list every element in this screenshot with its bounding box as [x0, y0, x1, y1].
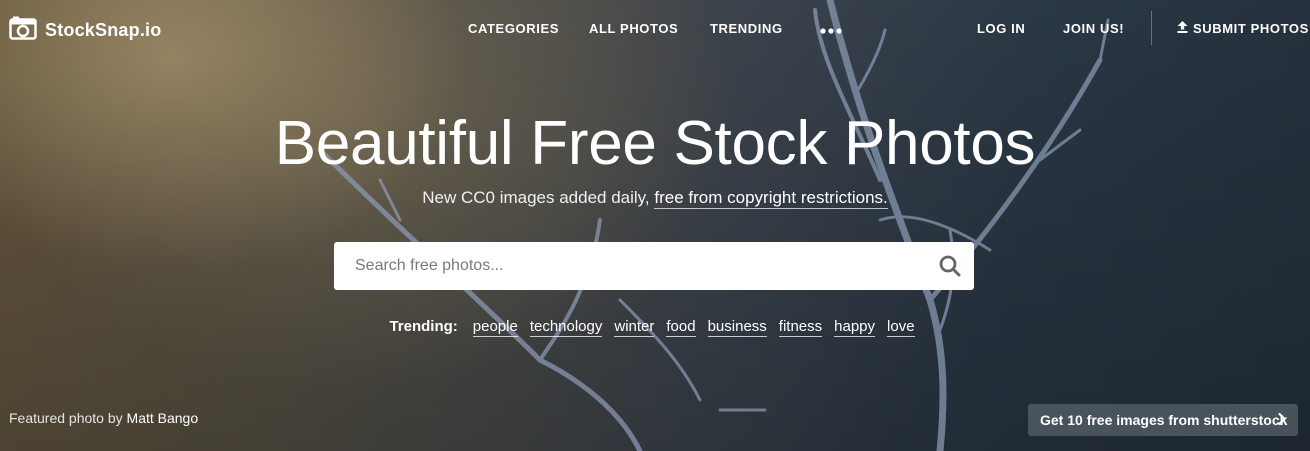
submit-photos-label: SUBMIT PHOTOS [1193, 21, 1309, 36]
photo-credit: Featured photo by Matt Bango [9, 410, 198, 426]
nav-divider [1151, 11, 1152, 45]
tag-technology[interactable]: technology [529, 318, 603, 337]
tag-food[interactable]: food [666, 318, 696, 337]
shutterstock-promo-button[interactable]: Get 10 free images from shutterstock [1028, 404, 1298, 436]
tag-people[interactable]: people [472, 318, 518, 337]
nav-log-in[interactable]: LOG IN [977, 21, 1025, 36]
brand-name: StockSnap.io [45, 20, 162, 40]
submit-photos-button[interactable]: SUBMIT PHOTOS [1177, 21, 1309, 36]
photographer-link[interactable]: Matt Bango [127, 410, 199, 426]
promo-label: Get 10 free images from shutterstock [1040, 412, 1288, 428]
camera-icon [9, 16, 37, 45]
trending-label: Trending: [389, 318, 458, 335]
nav-trending[interactable]: TRENDING [710, 21, 783, 36]
brand-logo[interactable]: StockSnap.io [9, 16, 161, 45]
nav-join-us[interactable]: JOIN US! [1063, 21, 1124, 36]
upload-icon [1177, 21, 1188, 36]
hero-subtitle-text: New CC0 images added daily, [422, 188, 650, 207]
copyright-link[interactable]: free from copyright restrictions. [654, 188, 888, 209]
nav-categories[interactable]: CATEGORIES [468, 21, 559, 36]
hero-photo-branches [317, 0, 1110, 451]
nav-all-photos[interactable]: ALL PHOTOS [589, 21, 678, 36]
tag-winter[interactable]: winter [614, 318, 655, 337]
hero-title: Beautiful Free Stock Photos [274, 109, 1036, 178]
trending-tags: Trending: people technology winter food busin… [0, 318, 1310, 337]
photo-credit-label: Featured photo by [9, 410, 123, 426]
tag-love[interactable]: love [887, 318, 915, 337]
tag-fitness[interactable]: fitness [778, 318, 823, 337]
tag-business[interactable]: business [707, 318, 767, 337]
hero-subtitle: New CC0 images added daily, free from co… [0, 188, 1310, 209]
search-icon[interactable] [926, 242, 974, 290]
search-bar [334, 242, 974, 290]
more-dots-icon[interactable] [820, 24, 842, 39]
search-input[interactable] [353, 242, 926, 290]
chevron-right-icon [1277, 412, 1287, 429]
top-navigation: StockSnap.io CATEGORIES ALL PHOTOS TREND… [0, 0, 1310, 57]
tag-happy[interactable]: happy [834, 318, 876, 337]
